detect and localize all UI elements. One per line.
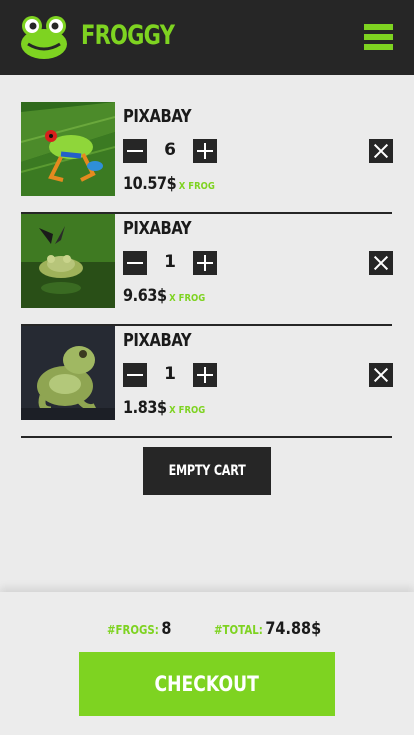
frog-count-value: 8 [161, 619, 172, 639]
price-unit: X FROG [169, 405, 206, 416]
item-quantity: 1 [164, 364, 176, 384]
decrease-quantity-button[interactable] [123, 251, 147, 275]
price-row: 9.63$ X FROG [123, 286, 205, 306]
price-row: 10.57$ X FROG [123, 174, 215, 194]
increase-quantity-button[interactable] [193, 363, 217, 387]
frog-with-butterfly-image [21, 214, 115, 308]
item-quantity: 6 [164, 140, 176, 160]
cart-summary-footer: #FROGS: 8 #TOTAL: 74.88$ CHECKOUT [0, 592, 414, 735]
checkout-button[interactable]: CHECKOUT [79, 652, 335, 716]
cart-item: PIXABAY 1 1.83$ X FROG [21, 326, 393, 438]
cart-total-value: 74.88$ [265, 619, 322, 639]
checkout-label: CHECKOUT [154, 672, 260, 696]
cart-item: PIXABAY 1 9.63$ X FROG [21, 214, 393, 326]
item-quantity: 1 [164, 252, 176, 272]
red-eyed-tree-frog-image [21, 102, 115, 196]
item-title: PIXABAY [123, 106, 192, 127]
item-price: 1.83$ [123, 398, 167, 418]
item-title: PIXABAY [123, 218, 192, 239]
price-unit: X FROG [169, 293, 206, 304]
item-price: 10.57$ [123, 174, 177, 194]
cart-total-label: #TOTAL: [214, 623, 263, 637]
empty-cart-label: EMPTY CART [168, 463, 246, 479]
item-price: 9.63$ [123, 286, 167, 306]
remove-item-icon[interactable] [369, 139, 393, 163]
remove-item-icon[interactable] [369, 251, 393, 275]
brand-name: FROGGY [81, 20, 175, 51]
increase-quantity-button[interactable] [193, 139, 217, 163]
green-tree-frog-image [21, 326, 115, 420]
remove-item-icon[interactable] [369, 363, 393, 387]
decrease-quantity-button[interactable] [123, 139, 147, 163]
app-header: FROGGY [0, 0, 414, 75]
decrease-quantity-button[interactable] [123, 363, 147, 387]
frog-logo-icon[interactable] [20, 14, 68, 60]
cart-total: #TOTAL: 74.88$ [214, 619, 321, 639]
frog-count-label: #FROGS: [107, 623, 159, 637]
increase-quantity-button[interactable] [193, 251, 217, 275]
price-unit: X FROG [178, 181, 215, 192]
empty-cart-button[interactable]: EMPTY CART [143, 447, 271, 495]
cart-list: PIXABAY 6 10.57$ X FROG PIXABAY 1 9.63$ … [21, 102, 393, 438]
cart-item: PIXABAY 6 10.57$ X FROG [21, 102, 393, 214]
frog-count: #FROGS: 8 [107, 619, 171, 639]
hamburger-menu-icon[interactable] [364, 24, 393, 50]
price-row: 1.83$ X FROG [123, 398, 205, 418]
item-title: PIXABAY [123, 330, 192, 351]
